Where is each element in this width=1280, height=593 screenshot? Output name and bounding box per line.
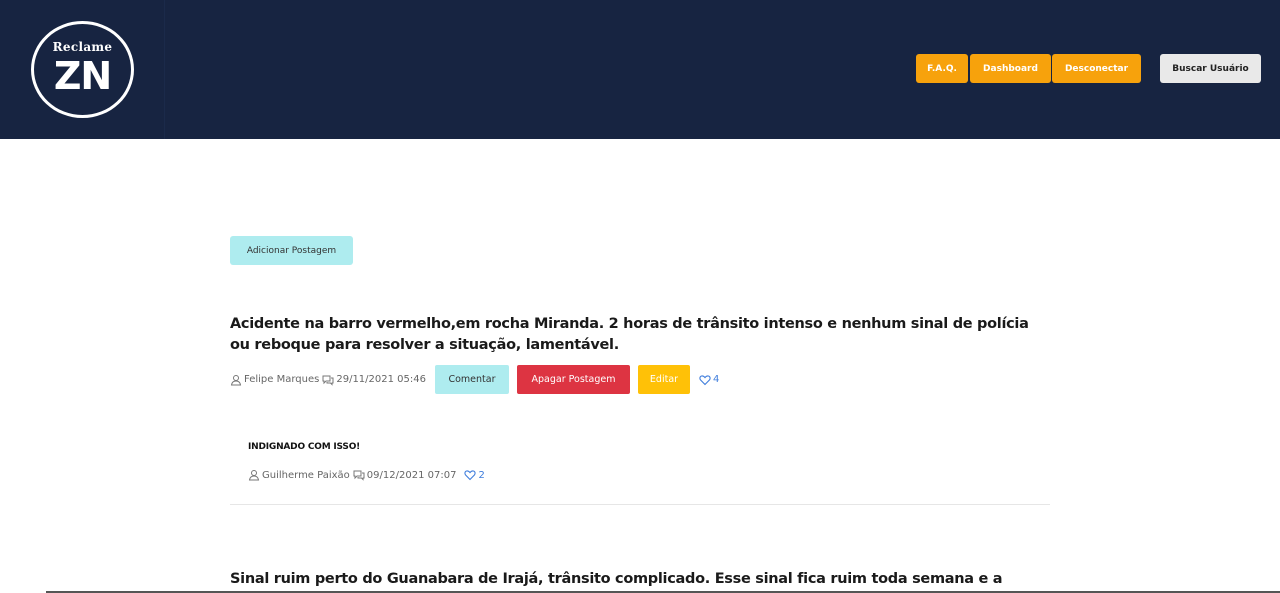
comment-meta: Guilherme Paixão 09/12/2021 07:07 2	[248, 469, 485, 481]
comment-button[interactable]: Comentar	[434, 365, 509, 394]
post-author-name[interactable]: Felipe Marques	[244, 374, 319, 385]
post-divider	[230, 504, 1050, 505]
comments-icon	[353, 470, 365, 481]
post-title: Sinal ruim perto do Guanabara de Irajá, …	[230, 571, 1003, 593]
comment-datetime: 09/12/2021 07:07	[366, 469, 457, 481]
post-date: 29/11/2021 05:46	[322, 374, 426, 386]
like-count: 4	[712, 374, 720, 385]
post-title: Acidente na barro vermelho,em rocha Mira…	[230, 316, 1029, 353]
post-meta: Felipe Marques 29/11/2021 05:46 Comentar…	[230, 365, 719, 394]
comment-text: INDIGNADO COM ISSO!	[248, 442, 361, 452]
dashboard-button[interactable]: Dashboard	[970, 54, 1051, 83]
comment-like-count: 2	[478, 469, 485, 481]
post-author: Felipe Marques	[230, 374, 319, 386]
search-user-button[interactable]: Buscar Usuário	[1160, 54, 1261, 83]
comment-like-button[interactable]: 2	[464, 469, 485, 481]
delete-post-button[interactable]: Apagar Postagem	[516, 365, 630, 394]
add-post-button[interactable]: Adicionar Postagem	[230, 236, 353, 265]
edit-post-button[interactable]: Editar	[637, 365, 690, 394]
logo-top-text: Reclame	[52, 40, 113, 54]
logout-button[interactable]: Desconectar	[1052, 54, 1141, 83]
user-icon	[248, 470, 260, 481]
site-logo[interactable]: Reclame ZN	[31, 21, 134, 118]
user-icon	[230, 374, 242, 385]
post-datetime: 29/11/2021 05:46	[336, 374, 426, 385]
heart-icon	[699, 374, 711, 385]
top-header: Reclame ZN F.A.Q. Dashboard Desconectar …	[0, 0, 1280, 139]
faq-button[interactable]: F.A.Q.	[916, 54, 968, 83]
logo-main-text: ZN	[53, 54, 112, 98]
comment-item: INDIGNADO COM ISSO!	[248, 442, 360, 452]
comments-icon	[322, 375, 334, 386]
comment-author[interactable]: Guilherme Paixão	[262, 470, 350, 481]
heart-icon	[464, 470, 477, 481]
logo-panel: Reclame ZN	[0, 0, 165, 139]
like-button[interactable]: 4	[699, 374, 719, 386]
